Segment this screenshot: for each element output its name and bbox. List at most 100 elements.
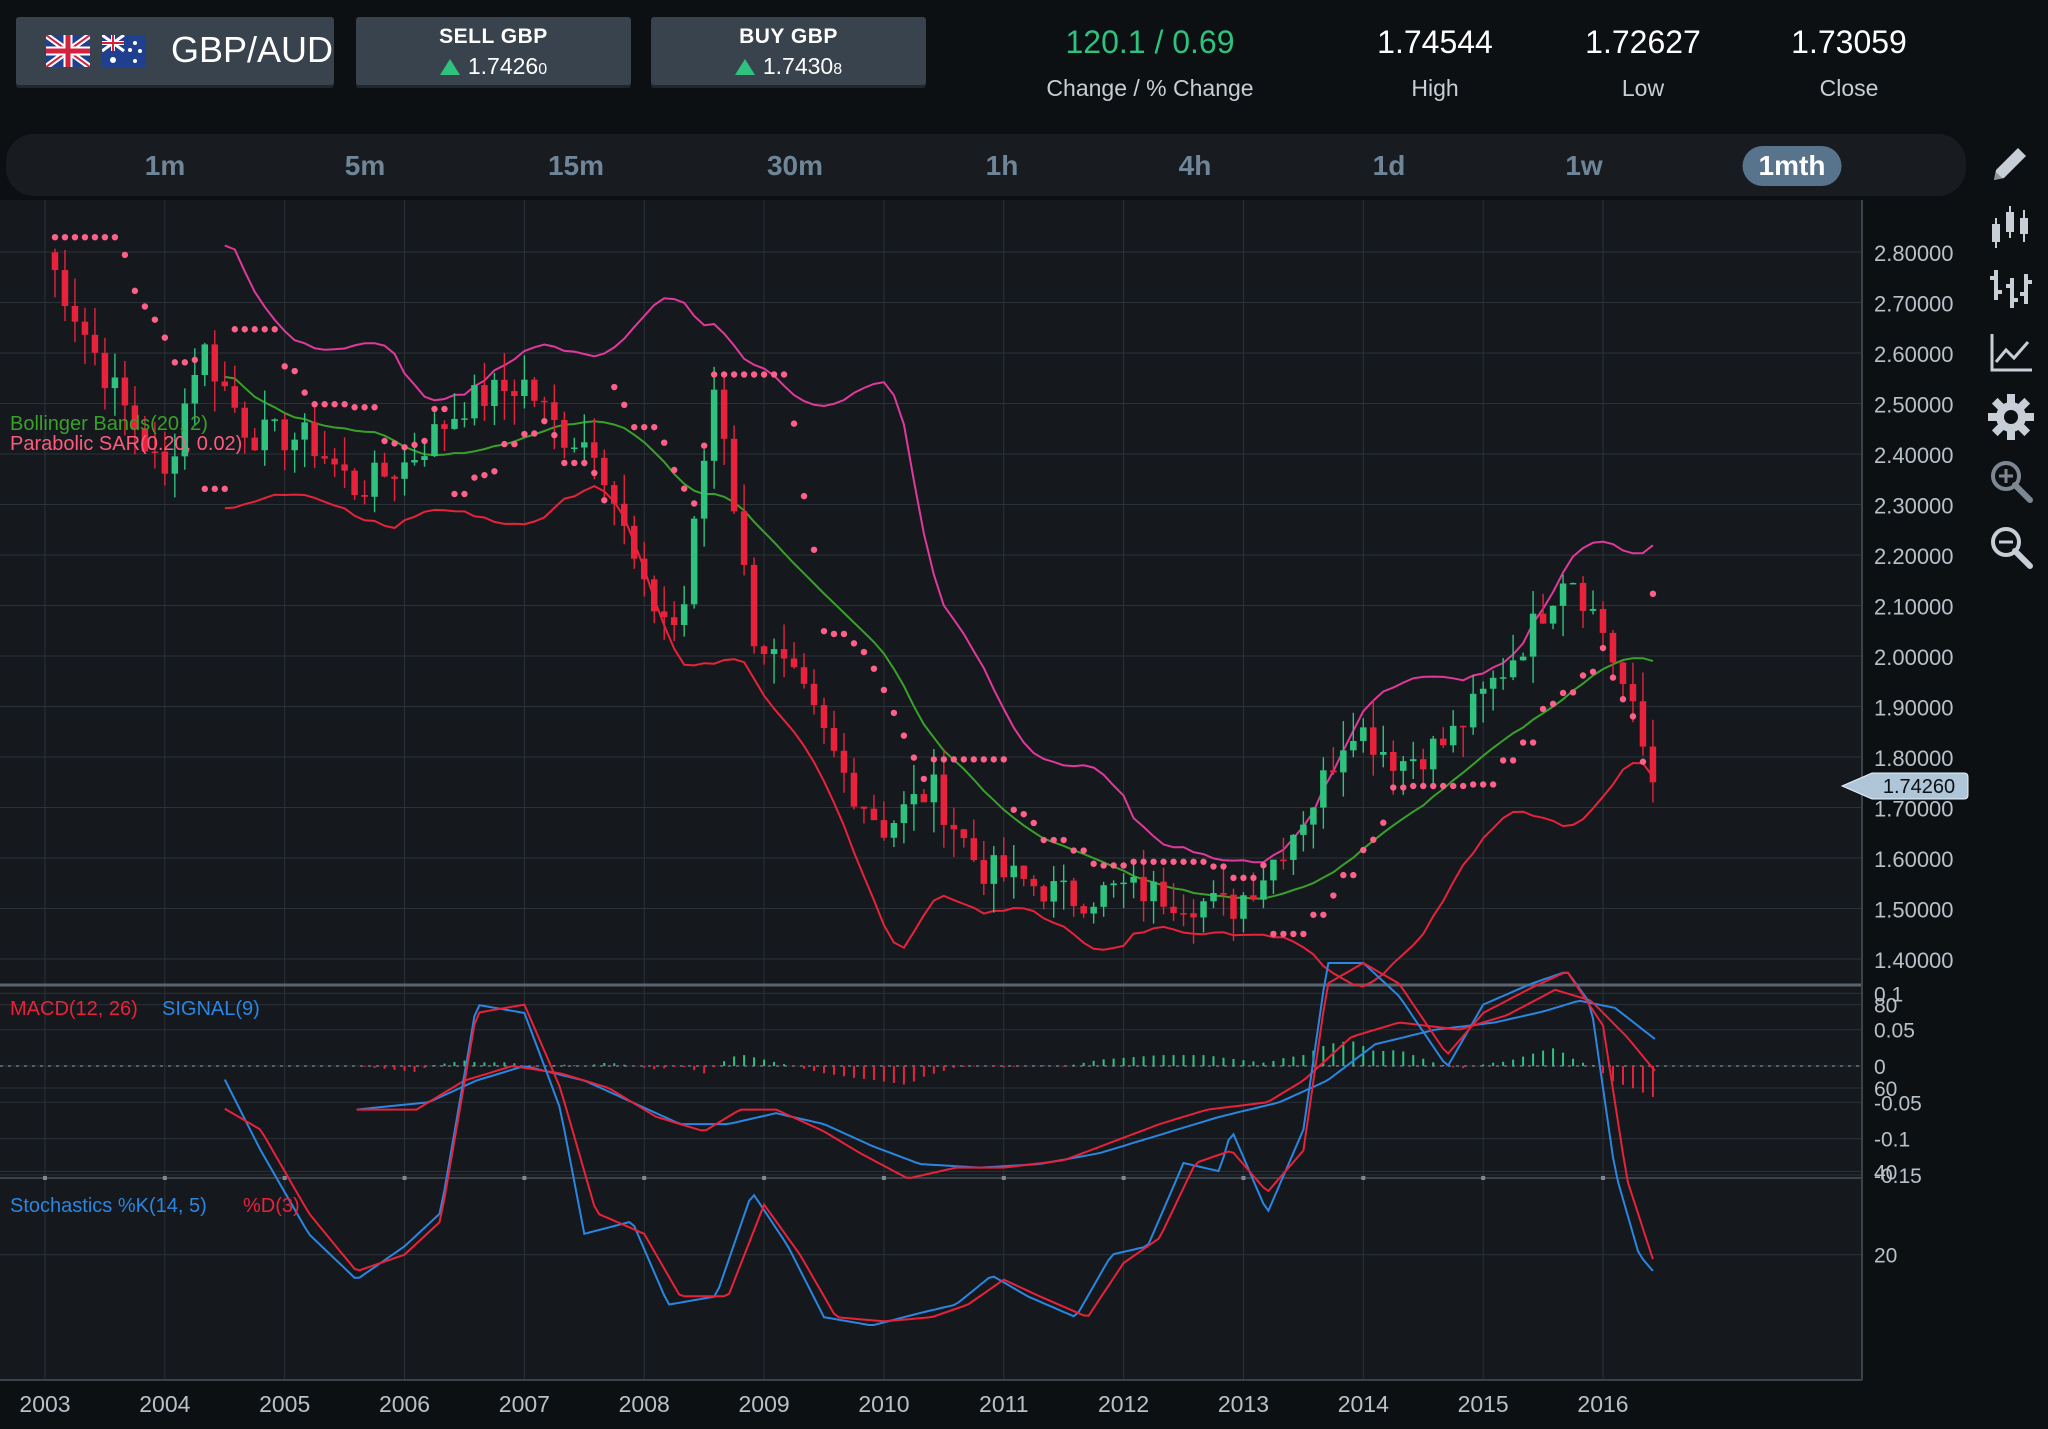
chart-area[interactable]: 2.80000 2.70000 2.60000 2.50000 2.40000 2.300… bbox=[0, 200, 2048, 1429]
candle-body bbox=[790, 658, 798, 668]
bollinger-legend: Bollinger Bands(20, 2) bbox=[10, 413, 208, 435]
sar-dot bbox=[231, 326, 238, 333]
candle-body bbox=[710, 389, 718, 461]
timeframe-1mth[interactable]: 1mth bbox=[1742, 146, 1842, 186]
chart-svg[interactable]: 2.80000 2.70000 2.60000 2.50000 2.40000 2.300… bbox=[0, 200, 2048, 1429]
sar-dot bbox=[1350, 871, 1357, 879]
candle-body bbox=[331, 458, 338, 465]
sar-dot bbox=[341, 401, 348, 408]
candle-body bbox=[730, 438, 738, 512]
axis-dot bbox=[1001, 1176, 1006, 1180]
price-tick-label: 1.50000 bbox=[1874, 898, 1954, 923]
candle-body bbox=[351, 470, 358, 495]
buy-label: BUY GBP bbox=[739, 25, 838, 48]
uk-flag-icon bbox=[46, 35, 90, 67]
year-tick-label: 2004 bbox=[139, 1391, 190, 1417]
sar-dot bbox=[970, 756, 978, 763]
sar-dot bbox=[291, 367, 298, 375]
sar-dot bbox=[1579, 672, 1587, 679]
timeframe-1d[interactable]: 1d bbox=[1357, 146, 1422, 186]
sar-dot bbox=[1300, 930, 1307, 938]
candle-body bbox=[221, 381, 229, 387]
candle-body bbox=[501, 379, 508, 392]
price-tick-label: 2.50000 bbox=[1874, 393, 1954, 418]
sar-dot bbox=[1549, 700, 1557, 708]
sar-dot bbox=[491, 468, 498, 475]
sar-dot bbox=[1070, 847, 1077, 854]
sar-dot bbox=[700, 442, 708, 449]
candle-body bbox=[1559, 583, 1567, 606]
sar-dot bbox=[1629, 713, 1637, 720]
sar-dot bbox=[1030, 819, 1037, 827]
candle-body bbox=[750, 564, 758, 647]
sar-dot bbox=[1050, 836, 1057, 844]
candle-body bbox=[940, 774, 948, 825]
candle-body bbox=[1200, 901, 1207, 918]
axis-dot bbox=[1361, 1176, 1366, 1180]
change-label: Change / % Change bbox=[1046, 75, 1254, 101]
candle-body bbox=[1599, 608, 1607, 633]
candle-body bbox=[571, 447, 578, 449]
change-stat: 120.1 / 0.69 Change / % Change bbox=[1030, 24, 1270, 102]
sar-dot bbox=[641, 423, 648, 431]
timeframe-1m[interactable]: 1m bbox=[129, 146, 201, 186]
sar-dot bbox=[800, 492, 808, 500]
sar-dot bbox=[521, 430, 528, 438]
sar-dot bbox=[201, 485, 208, 493]
axis-dot bbox=[881, 1176, 886, 1180]
sar-dot bbox=[770, 371, 778, 378]
sar-dot bbox=[651, 423, 658, 431]
candle-body bbox=[650, 579, 658, 612]
candle-body bbox=[1609, 632, 1617, 663]
sar-dot bbox=[421, 437, 428, 445]
sar-dot bbox=[1649, 590, 1657, 598]
year-tick-label: 2011 bbox=[979, 1391, 1028, 1417]
candle-body bbox=[1549, 605, 1557, 624]
year-tick-label: 2012 bbox=[1098, 1391, 1149, 1417]
candle-body bbox=[1020, 865, 1027, 879]
timeframe-30m[interactable]: 30m bbox=[751, 146, 839, 186]
price-tick-label: 1.60000 bbox=[1874, 847, 1954, 872]
axis-dot bbox=[1121, 1176, 1126, 1180]
candle-body bbox=[1110, 883, 1117, 886]
candle-body bbox=[1360, 727, 1367, 741]
buy-button[interactable]: BUY GBP 1.74308 bbox=[651, 17, 926, 85]
timeframe-4h[interactable]: 4h bbox=[1163, 146, 1228, 186]
timeframe-5m[interactable]: 5m bbox=[329, 146, 401, 186]
sar-dot bbox=[1519, 739, 1527, 746]
candle-body bbox=[1479, 688, 1487, 694]
pair-selector[interactable]: GBP/AUD bbox=[16, 17, 334, 85]
timeframe-15m[interactable]: 15m bbox=[532, 146, 620, 186]
sar-dot bbox=[281, 363, 288, 370]
sar-dot bbox=[1420, 782, 1427, 790]
year-tick-label: 2006 bbox=[379, 1391, 430, 1417]
price-tick-label: 2.40000 bbox=[1874, 443, 1954, 468]
candle-body bbox=[541, 400, 548, 403]
candle-body bbox=[1140, 876, 1147, 902]
sell-button[interactable]: SELL GBP 1.74260 bbox=[356, 17, 631, 85]
change-value: 120.1 / 0.69 bbox=[1065, 24, 1235, 60]
candle-body bbox=[690, 518, 698, 605]
sar-dot bbox=[1040, 836, 1047, 844]
sar-dot bbox=[1320, 911, 1327, 918]
timeframe-1h[interactable]: 1h bbox=[970, 146, 1035, 186]
up-arrow-icon bbox=[734, 59, 755, 75]
candle-body bbox=[591, 442, 598, 458]
candle-body bbox=[1639, 701, 1647, 747]
candle-body bbox=[1150, 881, 1157, 902]
sar-dot bbox=[690, 500, 698, 507]
sar-dot bbox=[960, 756, 968, 763]
sar-dot bbox=[1440, 782, 1447, 790]
sar-dot bbox=[990, 756, 997, 763]
sar-dot bbox=[161, 334, 169, 341]
timeframe-1w[interactable]: 1w bbox=[1549, 146, 1618, 186]
current-price-label: 1.74260 bbox=[1883, 776, 1955, 798]
year-tick-label: 2013 bbox=[1218, 1391, 1269, 1417]
sar-dot bbox=[900, 732, 908, 739]
sar-dot bbox=[631, 423, 638, 431]
pencil-icon[interactable] bbox=[1986, 140, 2036, 190]
candle-body bbox=[700, 460, 708, 519]
sar-dot bbox=[1370, 836, 1377, 843]
sar-dot bbox=[1140, 858, 1147, 865]
stoch-tick-label: 20 bbox=[1874, 1245, 1897, 1268]
